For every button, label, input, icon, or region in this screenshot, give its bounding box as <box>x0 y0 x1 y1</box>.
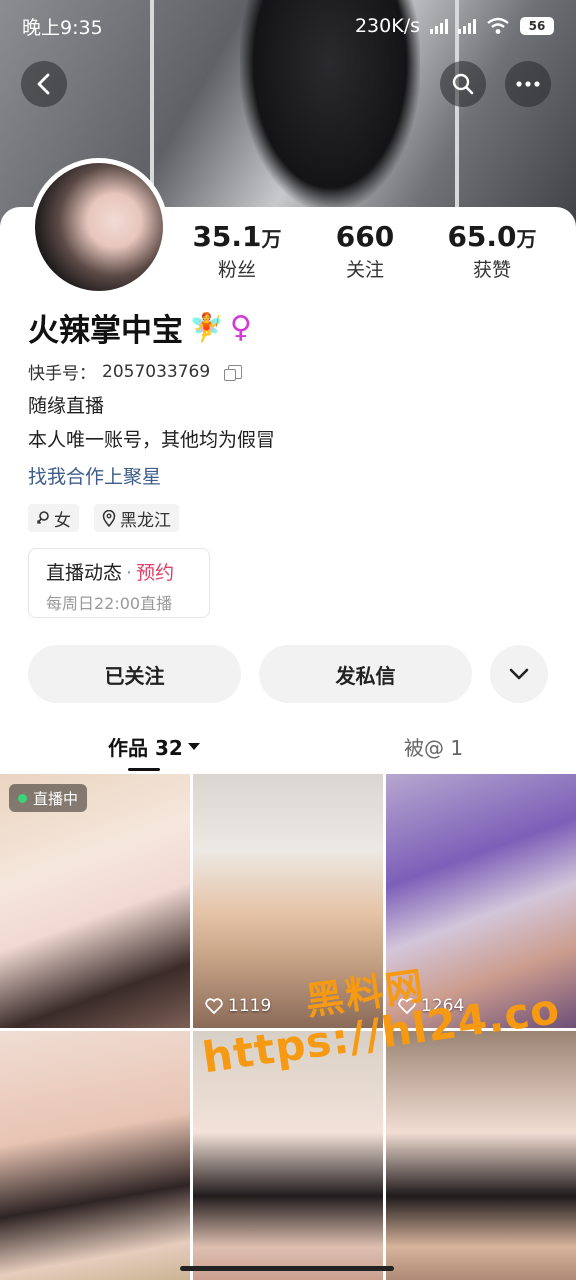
copy-icon[interactable] <box>224 364 243 381</box>
chevron-left-icon <box>37 73 50 95</box>
stat-label: 获赞 <box>472 259 511 281</box>
net-speed: 230K/s <box>354 15 420 37</box>
signal-icon <box>430 18 448 34</box>
stat-fans[interactable]: 35.1万 粉丝 <box>177 220 297 282</box>
stat-number: 35.1 <box>192 220 262 253</box>
stat-number: 65.0 <box>447 220 517 253</box>
video-tile[interactable] <box>0 1031 190 1280</box>
likes-number: 1119 <box>228 996 272 1016</box>
bio-line: 本人唯一账号，其他均为假冒 <box>28 429 276 451</box>
search-icon <box>452 73 474 95</box>
search-button[interactable] <box>440 61 486 107</box>
live-schedule-title: 直播动态 <box>46 562 123 584</box>
status-time: 晚上9:35 <box>22 16 103 39</box>
signal-icon <box>458 18 476 34</box>
likes-number: 1264 <box>421 996 465 1016</box>
heart-icon <box>205 998 223 1014</box>
stat-label: 粉丝 <box>217 259 256 281</box>
live-badge: 直播中 <box>9 784 88 812</box>
fairy-emoji: 🧚 <box>189 311 224 344</box>
stat-following[interactable]: 660 关注 <box>305 220 425 282</box>
video-tile[interactable]: 直播中 <box>0 774 190 1028</box>
wifi-icon <box>487 17 509 34</box>
tab-works[interactable]: 作品 32 <box>108 732 201 761</box>
chevron-down-icon <box>509 668 529 680</box>
gender-tag: 女 <box>28 504 79 532</box>
likes-count: 1264 <box>398 996 464 1016</box>
user-id-value: 2057033769 <box>102 361 211 382</box>
video-tile[interactable]: 1119 <box>193 774 383 1028</box>
followed-button[interactable]: 已关注 <box>28 645 241 703</box>
home-indicator[interactable] <box>180 1266 394 1271</box>
video-grid: 直播中 1119 1264 <box>0 774 576 1280</box>
stat-likes[interactable]: 65.0万 获赞 <box>432 220 552 282</box>
separator-dot: · <box>126 562 133 584</box>
video-tile[interactable]: 1264 <box>386 774 576 1028</box>
reserve-link[interactable]: 预约 <box>136 562 174 584</box>
stat-label: 关注 <box>345 259 384 281</box>
stat-unit: 万 <box>516 227 537 251</box>
live-schedule-time: 每周日22:00直播 <box>46 594 173 613</box>
heart-icon <box>398 998 416 1014</box>
location-tag-label: 黑龙江 <box>120 510 171 531</box>
bio-line: 随缘直播 <box>28 395 105 417</box>
user-id-label: 快手号： <box>28 364 96 384</box>
more-button[interactable] <box>505 61 551 107</box>
gender-tag-label: 女 <box>54 510 71 531</box>
stat-unit: 万 <box>261 227 282 251</box>
live-schedule-card[interactable]: 直播动态 · 预约 每周日22:00直播 <box>28 548 210 618</box>
likes-count: 1119 <box>205 996 271 1016</box>
more-icon <box>516 81 540 87</box>
active-tab-indicator <box>128 768 160 771</box>
location-tag: 黑龙江 <box>94 504 179 532</box>
battery-icon: 56 <box>520 17 554 35</box>
location-icon <box>102 509 116 527</box>
live-badge-label: 直播中 <box>33 789 79 808</box>
video-tile[interactable] <box>193 1031 383 1280</box>
dropdown-button[interactable] <box>490 645 548 703</box>
female-symbol: ♀ <box>229 310 252 345</box>
video-tile[interactable] <box>386 1031 576 1280</box>
tab-works-label: 作品 32 <box>108 736 183 760</box>
tab-mentioned[interactable]: 被@ 1 <box>404 732 463 761</box>
stats-row: 35.1万 粉丝 660 关注 65.0万 获赞 <box>0 220 576 290</box>
stat-number: 660 <box>335 220 395 253</box>
message-button[interactable]: 发私信 <box>259 645 472 703</box>
back-button[interactable] <box>21 61 67 107</box>
cooperation-link[interactable]: 找我合作上聚星 <box>28 462 161 489</box>
profile-name-text: 火辣掌中宝 <box>28 313 183 349</box>
caret-down-icon <box>187 743 200 750</box>
status-bar: 晚上9:35 230K/s 56 <box>0 0 576 52</box>
profile-name: 火辣掌中宝 🧚 ♀ <box>28 305 252 350</box>
content-tabs: 作品 32 被@ 1 <box>0 727 576 775</box>
live-dot <box>18 793 27 803</box>
user-id-row: 快手号： 2057033769 <box>28 359 243 384</box>
status-icons: 230K/s 56 <box>355 15 554 37</box>
female-icon <box>36 511 49 525</box>
